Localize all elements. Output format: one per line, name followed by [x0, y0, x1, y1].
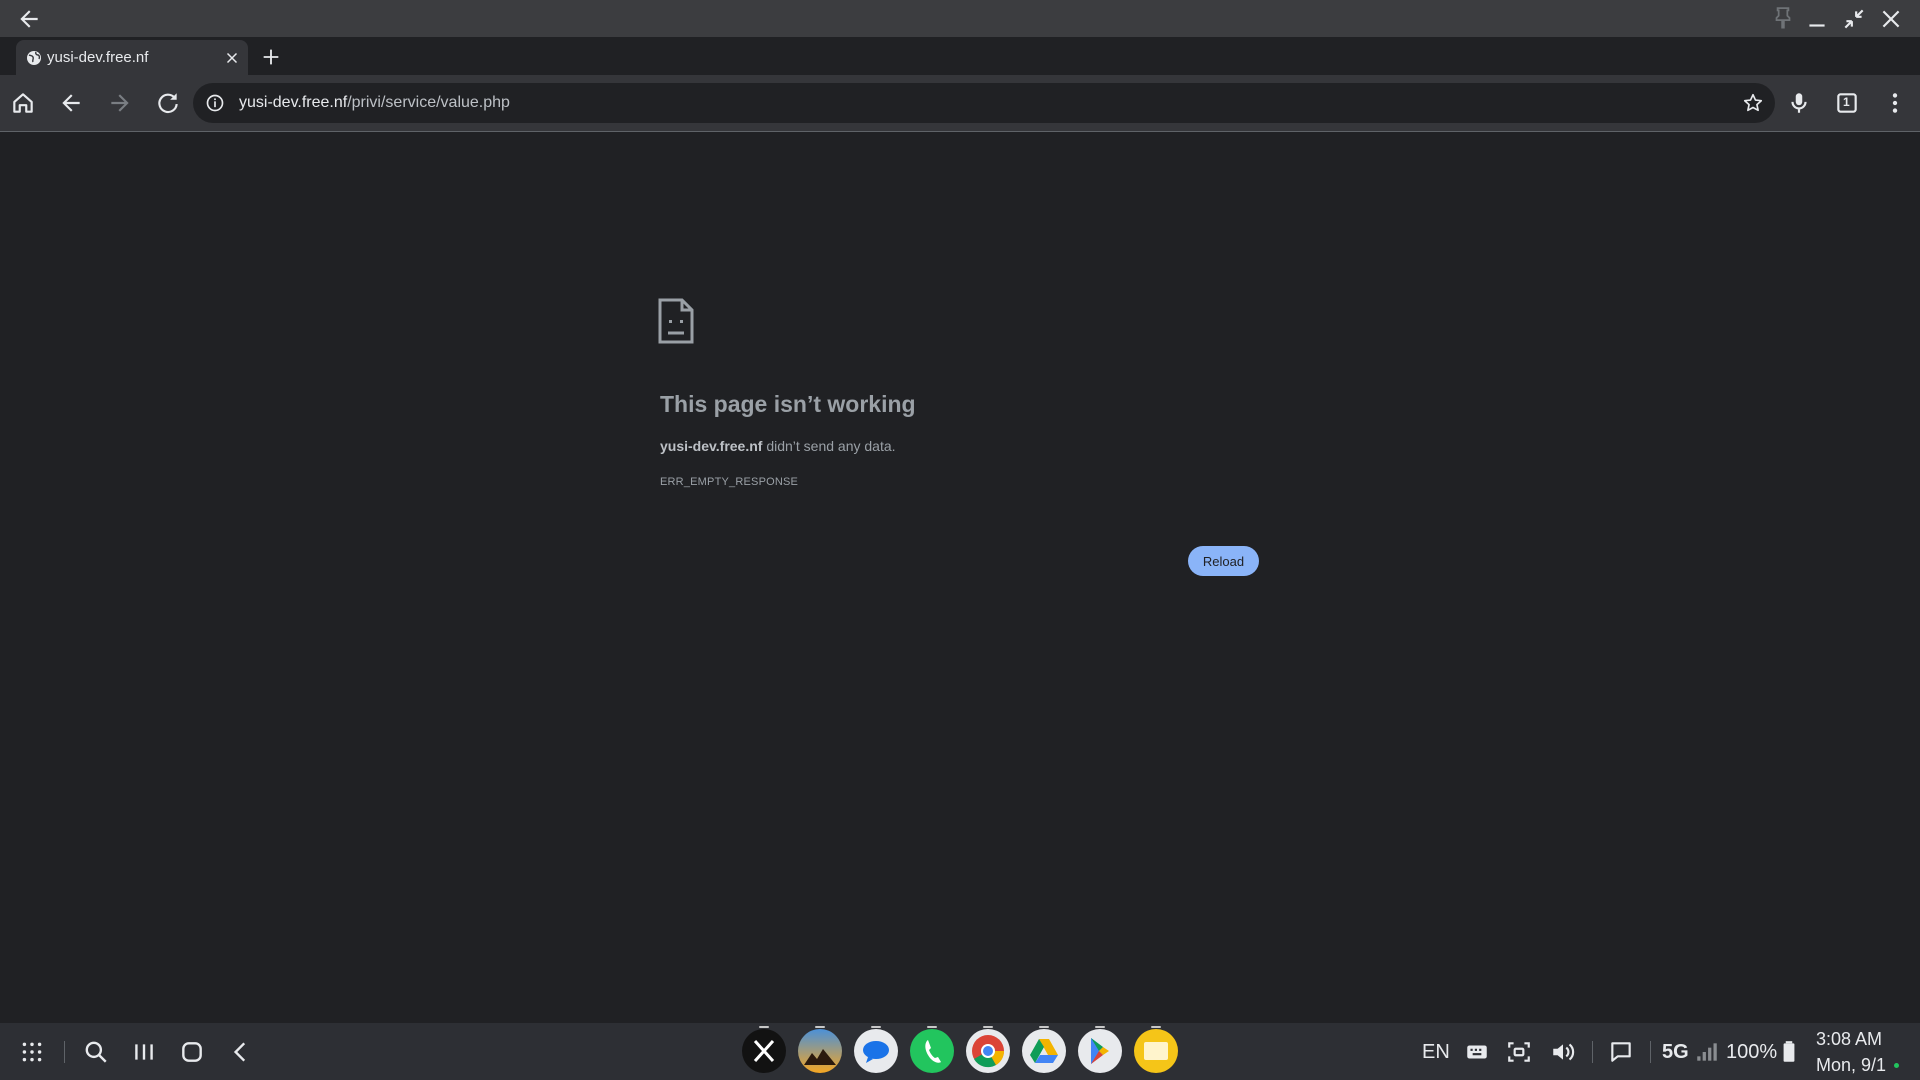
- home-icon[interactable]: [10, 90, 36, 116]
- drive-app-icon[interactable]: [1022, 1026, 1066, 1073]
- tray-divider: [1592, 1041, 1593, 1063]
- globe-icon: [27, 51, 41, 65]
- language-indicator[interactable]: EN: [1422, 1041, 1450, 1064]
- clock-date[interactable]: Mon, 9/1: [1816, 1055, 1886, 1076]
- launcher-icon[interactable]: [19, 1039, 45, 1065]
- phone-app-icon[interactable]: [910, 1026, 954, 1073]
- more-menu-icon[interactable]: [1882, 90, 1908, 116]
- network-type[interactable]: 5G: [1662, 1041, 1689, 1064]
- shelf-divider: [64, 1041, 65, 1063]
- error-host: yusi-dev.free.nf: [660, 438, 763, 454]
- close-window-icon[interactable]: [1878, 6, 1904, 32]
- message-bubble-icon: [863, 1041, 889, 1063]
- site-info-icon[interactable]: [205, 93, 225, 113]
- sad-page-icon: [658, 298, 694, 344]
- status-dot: [1894, 1063, 1899, 1068]
- play-store-app-icon[interactable]: [1078, 1026, 1122, 1073]
- recent-apps-icon[interactable]: [131, 1039, 157, 1065]
- system-shelf: EN 5G 100% 3:08 AM Mon, 9/1: [0, 1023, 1920, 1080]
- microphone-icon[interactable]: [1786, 90, 1812, 116]
- running-indicator: [1039, 1026, 1049, 1028]
- nav-back-icon[interactable]: [228, 1039, 254, 1065]
- gallery-silhouette-icon: [804, 1049, 836, 1065]
- page-content: This page isn’t working yusi-dev.free.nf…: [0, 133, 1920, 1023]
- notification-icon[interactable]: [1608, 1039, 1634, 1065]
- tab-active[interactable]: yusi-dev.free.nf: [16, 40, 248, 75]
- forward-icon[interactable]: [107, 90, 133, 116]
- pin-icon[interactable]: [1770, 6, 1796, 32]
- window-back-icon[interactable]: [16, 6, 42, 32]
- url-path: /privi/service/value.php: [347, 94, 510, 111]
- play-logo-icon: [1091, 1038, 1109, 1064]
- gallery-app-icon[interactable]: [798, 1026, 842, 1073]
- files-app-icon[interactable]: [1134, 1026, 1178, 1073]
- phone-handset-icon: [925, 1040, 941, 1063]
- tab-count: 1: [1843, 95, 1850, 109]
- running-indicator: [871, 1026, 881, 1028]
- tray-divider: [1650, 1041, 1651, 1063]
- chrome-logo-icon: [972, 1035, 1005, 1068]
- running-indicator: [1095, 1026, 1105, 1028]
- running-indicator: [1151, 1026, 1161, 1028]
- reload-button[interactable]: Reload: [1188, 546, 1259, 576]
- tab-strip: yusi-dev.free.nf: [0, 37, 1920, 75]
- running-indicator: [983, 1026, 993, 1028]
- reload-icon[interactable]: [155, 90, 181, 116]
- error-message: didn’t send any data.: [762, 438, 896, 454]
- bookmark-star-icon[interactable]: [1742, 92, 1764, 114]
- running-indicator: [759, 1026, 769, 1028]
- restore-icon[interactable]: [1841, 6, 1867, 32]
- battery-percent[interactable]: 100%: [1726, 1041, 1777, 1064]
- search-icon[interactable]: [83, 1039, 109, 1065]
- minimize-icon[interactable]: [1804, 6, 1830, 32]
- tab-title: yusi-dev.free.nf: [47, 49, 149, 66]
- error-title: This page isn’t working: [660, 391, 916, 417]
- url-text: yusi-dev.free.nf/privi/service/value.php: [239, 94, 510, 112]
- folder-icon: [1144, 1042, 1168, 1060]
- chrome-app-icon[interactable]: [966, 1026, 1010, 1073]
- x-app-icon[interactable]: [742, 1026, 786, 1073]
- volume-icon[interactable]: [1550, 1039, 1576, 1065]
- screen-capture-icon[interactable]: [1506, 1039, 1532, 1065]
- address-bar[interactable]: yusi-dev.free.nf/privi/service/value.php: [193, 83, 1775, 123]
- url-host: yusi-dev.free.nf: [239, 94, 348, 111]
- new-tab-icon[interactable]: [260, 46, 282, 68]
- signal-icon[interactable]: [1694, 1039, 1720, 1065]
- home-button-icon[interactable]: [179, 1039, 205, 1065]
- running-indicator: [927, 1026, 937, 1028]
- tab-switcher-button[interactable]: 1: [1834, 90, 1860, 116]
- browser-toolbar: yusi-dev.free.nf/privi/service/value.php…: [0, 75, 1920, 132]
- close-tab-icon[interactable]: [223, 49, 241, 67]
- drive-logo-icon: [1030, 1039, 1058, 1063]
- window-titlebar: [0, 0, 1920, 37]
- messages-app-icon[interactable]: [854, 1026, 898, 1073]
- x-logo-icon: [753, 1039, 775, 1063]
- running-indicator: [815, 1026, 825, 1028]
- back-icon[interactable]: [58, 90, 84, 116]
- error-description: yusi-dev.free.nf didn’t send any data.: [660, 438, 896, 454]
- battery-icon[interactable]: [1776, 1039, 1802, 1065]
- keyboard-icon[interactable]: [1464, 1039, 1490, 1065]
- clock-time[interactable]: 3:08 AM: [1816, 1029, 1882, 1050]
- error-code: ERR_EMPTY_RESPONSE: [660, 476, 799, 488]
